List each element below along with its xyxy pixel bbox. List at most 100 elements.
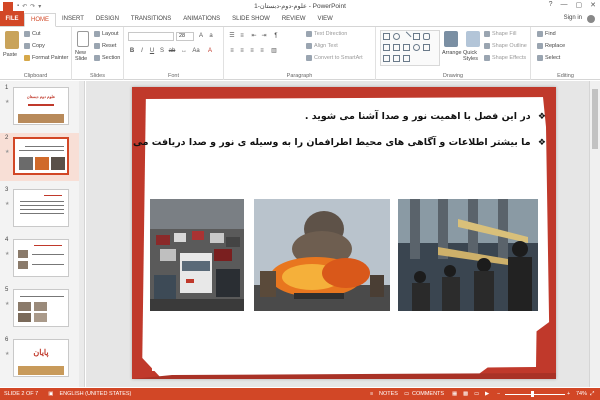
language-indicator[interactable]: ENGLISH (UNITED STATES)	[59, 391, 131, 397]
arrow-down-icon[interactable]	[403, 44, 410, 51]
comments-icon[interactable]: ▭	[404, 391, 409, 397]
tab-file[interactable]: FILE	[0, 11, 24, 26]
slide-thumbnail-3[interactable]: 3 ★	[0, 185, 84, 233]
shadow-icon[interactable]: S	[158, 47, 166, 55]
quick-styles-icon[interactable]	[466, 31, 480, 47]
paste-icon[interactable]	[5, 31, 19, 49]
text-direction-button[interactable]: Text Direction	[306, 31, 347, 37]
arrange-icon[interactable]	[444, 31, 458, 47]
decrease-indent-icon[interactable]: ⇤	[250, 32, 258, 40]
zoom-slider-thumb[interactable]	[531, 391, 534, 397]
spellcheck-icon[interactable]: ▣	[48, 391, 53, 397]
scrollbar-thumb[interactable]	[592, 89, 598, 149]
slide-thumbnail-2[interactable]: 2 ★	[0, 133, 84, 181]
tab-transitions[interactable]: TRANSITIONS	[125, 12, 177, 26]
tab-animations[interactable]: ANIMATIONS	[177, 12, 226, 26]
textbox-icon[interactable]	[413, 33, 420, 40]
comments-button[interactable]: COMMENTS	[412, 391, 444, 397]
shape-fill-button[interactable]: Shape Fill	[484, 31, 516, 37]
slide-text-line-2[interactable]: ❖ ما بیشتر اطلاعات و آگاهی های محیط اطرا…	[132, 137, 546, 148]
zoom-slider[interactable]	[505, 393, 565, 395]
smiley-icon[interactable]	[413, 44, 420, 51]
zoom-out-icon[interactable]: −	[497, 391, 500, 397]
zoom-level[interactable]: 74%	[576, 391, 587, 397]
justify-icon[interactable]: ≡	[258, 47, 266, 55]
slide-thumbnail-1[interactable]: 1 ★ علوم دوم دبستان	[0, 83, 84, 131]
maximize-button[interactable]: ▢	[576, 1, 583, 9]
reset-button[interactable]: Reset	[94, 43, 116, 49]
normal-view-icon[interactable]: ▦	[452, 391, 457, 397]
shapes-gallery[interactable]	[380, 30, 440, 66]
curve-icon[interactable]	[403, 55, 410, 62]
find-button[interactable]: Find	[537, 31, 556, 37]
convert-smartart-button[interactable]: Convert to SmartArt	[306, 55, 363, 61]
oval-icon[interactable]	[393, 33, 400, 40]
tab-slide-show[interactable]: SLIDE SHOW	[226, 12, 276, 26]
font-size-dropdown[interactable]: 28	[176, 32, 194, 41]
thumbnail-scrollbar[interactable]	[79, 81, 84, 387]
explosion-photo[interactable]	[254, 199, 390, 311]
font-color-icon[interactable]: A	[206, 47, 214, 55]
replace-button[interactable]: Replace	[537, 43, 565, 49]
user-icon[interactable]	[587, 15, 595, 23]
grow-font-icon[interactable]: A	[197, 32, 205, 40]
cut-button[interactable]: Cut	[24, 31, 41, 37]
shape-effects-button[interactable]: Shape Effects	[484, 55, 526, 61]
italic-icon[interactable]: I	[138, 47, 146, 55]
slide-text-line-1[interactable]: ❖ در این فصل با اهمیت نور و صدا آشنا می …	[305, 111, 546, 122]
minimize-button[interactable]: —	[561, 1, 568, 9]
change-case-icon[interactable]: Aa	[192, 47, 200, 55]
brace-icon[interactable]	[383, 55, 390, 62]
tab-view[interactable]: VIEW	[312, 12, 339, 26]
select-button[interactable]: Select	[537, 55, 560, 61]
sign-in-link[interactable]: Sign in	[564, 15, 582, 21]
slide-thumbnail-5[interactable]: 5 ★	[0, 285, 84, 333]
strikethrough-icon[interactable]: ab	[168, 47, 176, 55]
align-left-icon[interactable]: ≡	[228, 47, 236, 55]
quick-styles-button[interactable]: Quick Styles	[463, 50, 483, 62]
slide-thumbnail-6[interactable]: 6 ★ پایان	[0, 335, 84, 383]
columns-icon[interactable]: ▥	[270, 47, 278, 55]
bullets-icon[interactable]: ☰	[228, 32, 236, 40]
tab-review[interactable]: REVIEW	[276, 12, 312, 26]
align-text-button[interactable]: Align Text	[306, 43, 338, 49]
close-button[interactable]: ✕	[590, 1, 596, 9]
increase-indent-icon[interactable]: ⇥	[260, 32, 268, 40]
layout-button[interactable]: Layout	[94, 31, 119, 37]
arrange-button[interactable]: Arrange	[442, 50, 462, 56]
rectangle-icon[interactable]	[383, 33, 390, 40]
format-painter-button[interactable]: Format Painter	[24, 55, 68, 61]
slideshow-icon[interactable]: ▶	[485, 391, 489, 397]
align-right-icon[interactable]: ≡	[248, 47, 256, 55]
notes-icon[interactable]: ≡	[370, 391, 373, 397]
copy-button[interactable]: Copy	[24, 43, 45, 49]
tab-home[interactable]: HOME	[24, 13, 56, 27]
paste-button[interactable]: Paste	[3, 52, 17, 58]
traffic-photo[interactable]	[150, 199, 244, 311]
line-icon[interactable]	[401, 31, 412, 42]
vertical-scrollbar[interactable]	[589, 81, 600, 387]
slide-thumbnail-4[interactable]: 4 ★	[0, 235, 84, 283]
new-slide-button[interactable]: New Slide	[75, 50, 93, 62]
font-name-dropdown[interactable]	[128, 32, 174, 41]
slide-sorter-icon[interactable]: ▩	[463, 391, 468, 397]
char-spacing-icon[interactable]: ↔	[180, 47, 188, 55]
underline-icon[interactable]: U	[148, 47, 156, 55]
triangle-icon[interactable]	[383, 44, 390, 51]
rtl-icon[interactable]: ¶	[272, 32, 280, 40]
shrink-font-icon[interactable]: a	[207, 32, 215, 40]
tab-design[interactable]: DESIGN	[90, 12, 125, 26]
align-center-icon[interactable]: ≡	[238, 47, 246, 55]
zoom-in-icon[interactable]: +	[567, 391, 570, 397]
current-slide[interactable]: ❖ در این فصل با اهمیت نور و صدا آشنا می …	[132, 87, 556, 379]
fit-slide-icon[interactable]: ⤢	[590, 391, 594, 398]
new-slide-icon[interactable]	[77, 31, 89, 47]
shape-outline-button[interactable]: Shape Outline	[484, 43, 527, 49]
musicians-photo[interactable]	[398, 199, 538, 311]
notes-button[interactable]: NOTES	[379, 391, 398, 397]
reading-view-icon[interactable]: ▭	[474, 391, 479, 397]
bold-icon[interactable]: B	[128, 47, 136, 55]
section-button[interactable]: Section	[94, 55, 120, 61]
tab-insert[interactable]: INSERT	[56, 12, 90, 26]
rounded-rect-icon[interactable]	[423, 33, 430, 40]
